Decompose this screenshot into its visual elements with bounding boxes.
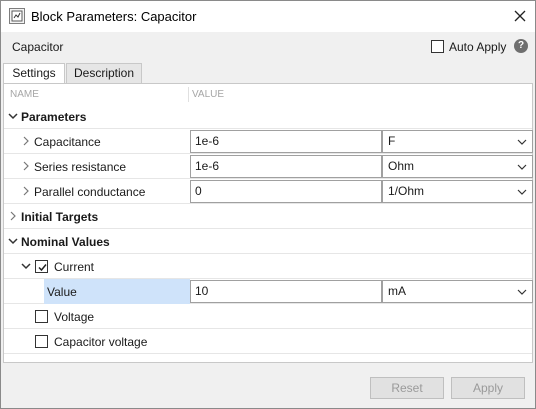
help-icon[interactable]: ? <box>514 39 528 53</box>
column-separator <box>188 87 189 102</box>
window-title: Block Parameters: Capacitor <box>31 9 197 24</box>
reset-button[interactable]: Reset <box>370 377 444 399</box>
checkmark-icon <box>38 264 47 272</box>
group-label-parameters: Parameters <box>21 110 87 124</box>
dialog-window: Block Parameters: Capacitor Capacitor Au… <box>0 0 536 409</box>
group-label-initial-targets: Initial Targets <box>21 210 99 224</box>
current-label: Current <box>54 260 95 274</box>
chevron-down-icon[interactable] <box>21 261 31 271</box>
chevron-right-icon[interactable] <box>21 186 31 196</box>
auto-apply-label[interactable]: Auto Apply <box>449 40 506 54</box>
param-row-parallel-conductance: Parallel conductance 0 1/Ohm <box>4 179 533 204</box>
chevron-down-icon[interactable] <box>8 236 18 246</box>
nominal-row-current-value: Value 10 mA <box>4 279 533 304</box>
auto-apply-checkbox[interactable] <box>431 40 444 53</box>
series-resistance-unit-value: Ohm <box>388 159 415 173</box>
title-bar: Block Parameters: Capacitor <box>1 1 535 32</box>
block-header: Capacitor Auto Apply ? <box>1 32 535 62</box>
nominal-row-capacitor-voltage: Capacitor voltage <box>4 329 532 354</box>
dropdown-arrow-icon <box>517 139 527 145</box>
group-parameters[interactable]: Parameters <box>4 104 532 129</box>
block-parameters-icon <box>9 8 25 24</box>
block-name: Capacitor <box>12 40 64 54</box>
capacitor-voltage-label: Capacitor voltage <box>54 335 148 349</box>
current-value-input[interactable]: 10 <box>190 280 382 303</box>
nominal-row-current: Current <box>4 254 532 279</box>
parameter-grid: NAME VALUE Parameters Capacitance 1e-6 F… <box>3 83 533 363</box>
capacitance-unit-value: F <box>388 134 396 148</box>
parallel-conductance-value-input[interactable]: 0 <box>190 180 382 203</box>
param-name-parallel-conductance: Parallel conductance <box>34 185 146 199</box>
voltage-checkbox[interactable] <box>35 310 48 323</box>
chevron-right-icon[interactable] <box>21 161 31 171</box>
close-icon <box>514 10 526 22</box>
param-name-capacitance: Capacitance <box>34 135 101 149</box>
capacitance-value-input[interactable]: 1e-6 <box>190 130 382 153</box>
series-resistance-unit-select[interactable]: Ohm <box>382 155 533 178</box>
tab-settings[interactable]: Settings <box>3 63 65 84</box>
group-nominal-values[interactable]: Nominal Values <box>4 229 532 254</box>
tab-description[interactable]: Description <box>66 63 142 83</box>
param-row-capacitance: Capacitance 1e-6 F <box>4 129 533 154</box>
series-resistance-value-input[interactable]: 1e-6 <box>190 155 382 178</box>
dropdown-arrow-icon <box>517 289 527 295</box>
chevron-right-icon[interactable] <box>8 211 18 221</box>
voltage-label: Voltage <box>54 310 95 324</box>
group-initial-targets[interactable]: Initial Targets <box>4 204 532 229</box>
current-value-name: Value <box>47 285 77 299</box>
apply-button[interactable]: Apply <box>451 377 525 399</box>
parallel-conductance-unit-select[interactable]: 1/Ohm <box>382 180 533 203</box>
dropdown-arrow-icon <box>517 189 527 195</box>
column-header-name: NAME <box>10 89 39 100</box>
button-bar: Reset Apply <box>1 364 535 408</box>
param-name-series-resistance: Series resistance <box>34 160 127 174</box>
capacitor-voltage-checkbox[interactable] <box>35 335 48 348</box>
current-unit-select[interactable]: mA <box>382 280 533 303</box>
nominal-row-voltage: Voltage <box>4 304 532 329</box>
parallel-conductance-unit-value: 1/Ohm <box>388 184 425 198</box>
dropdown-arrow-icon <box>517 164 527 170</box>
close-button[interactable] <box>507 4 533 28</box>
current-checkbox[interactable] <box>35 260 48 273</box>
grid-header: NAME VALUE <box>4 84 532 105</box>
capacitance-unit-select[interactable]: F <box>382 130 533 153</box>
column-header-value: VALUE <box>192 89 225 100</box>
current-unit-value: mA <box>388 284 406 298</box>
chevron-right-icon[interactable] <box>21 136 31 146</box>
group-label-nominal-values: Nominal Values <box>21 235 110 249</box>
param-row-series-resistance: Series resistance 1e-6 Ohm <box>4 154 533 179</box>
chevron-down-icon[interactable] <box>8 111 18 121</box>
